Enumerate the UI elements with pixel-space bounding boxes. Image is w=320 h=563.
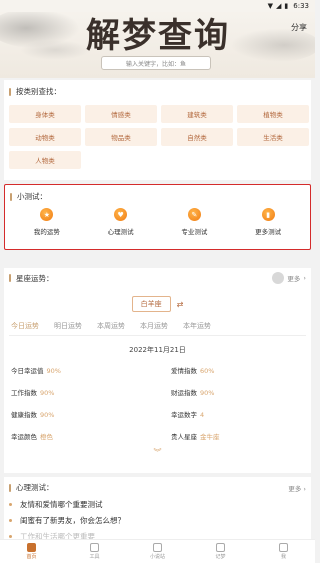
stat-item: 爱情指数 60% [171, 367, 215, 375]
category-item[interactable]: 动物类 [9, 128, 81, 146]
zodiac-sign-button[interactable]: 白羊座 [131, 296, 171, 312]
stat-item: 今日幸运值 90% [11, 367, 61, 375]
stat-item: 财运指数 90% [171, 389, 215, 397]
category-item[interactable]: 身体类 [9, 105, 81, 123]
accent-bar [9, 87, 11, 96]
accent-bar [10, 192, 12, 201]
tab-tomorrow[interactable]: 明日运势 [54, 321, 82, 331]
accent-bar [9, 483, 11, 492]
tab-home[interactable]: 首页 [0, 540, 63, 563]
chevron-right-icon: › [303, 274, 306, 282]
test-item-professional[interactable]: ✎ 专业测试 [164, 208, 224, 236]
test-label: 专业测试 [181, 228, 208, 236]
list-item[interactable]: 友情和爱情哪个重要测试 [9, 499, 306, 510]
section-title: 按类别查找： [16, 87, 61, 96]
tools-icon [90, 543, 99, 552]
signal-icon: ◢ [276, 1, 282, 10]
home-icon [27, 543, 36, 552]
heart-icon: ♥ [114, 208, 128, 221]
fortune-stats: 今日幸运值 90% 爱情指数 60% 工作指数 90% 财运指数 90% 健康指数 90%… [9, 365, 306, 441]
tab-year[interactable]: 本年运势 [183, 321, 211, 331]
psych-test-section: 心理测试： 更多 › 友情和爱情哪个重要测试 闺蜜有了新男友，你会怎么想？ 工作… [4, 477, 311, 543]
tab-dream[interactable]: 记梦 [189, 540, 252, 563]
bullet-icon [9, 535, 12, 538]
more-tests-icon: ▮ [261, 208, 275, 221]
more-link[interactable]: 更多 › [288, 483, 306, 493]
wifi-icon: ▼ [267, 1, 274, 10]
fortune-tabs: 今日运势 明日运势 本周运势 本月运势 本年运势 [9, 321, 306, 336]
section-header: 按类别查找： [9, 86, 306, 97]
category-item[interactable]: 建筑类 [161, 105, 233, 123]
section-title: 心理测试： [16, 483, 54, 492]
accent-bar [9, 274, 11, 282]
category-item[interactable]: 情感类 [85, 105, 157, 123]
section-header: 小测试： [10, 191, 305, 202]
tab-today[interactable]: 今日运势 [11, 321, 39, 331]
category-item[interactable]: 人物类 [9, 151, 81, 169]
category-item[interactable]: 生活类 [237, 128, 309, 146]
stat-item: 贵人星座 金牛座 [171, 433, 220, 441]
tests-section: 小测试： ★ 我的运势 ♥ 心理测试 ✎ 专业测试 ▮ 更多测试 [4, 184, 311, 250]
section-title: 小测试： [17, 192, 47, 201]
test-item-psychology[interactable]: ♥ 心理测试 [91, 208, 151, 236]
more-link[interactable]: 更多 › [272, 272, 306, 284]
fortune-icon: ★ [40, 208, 54, 221]
category-grid: 身体类 情感类 建筑类 植物类 动物类 物品类 自然类 生活类 人物类 [9, 105, 309, 169]
zodiac-avatar-icon [272, 272, 285, 284]
category-item[interactable]: 植物类 [237, 105, 309, 123]
category-section: 按类别查找： 身体类 情感类 建筑类 植物类 动物类 物品类 自然类 生活类 人… [4, 80, 311, 180]
swap-icon[interactable]: ⇄ [177, 300, 184, 309]
test-label: 心理测试 [107, 228, 134, 236]
test-label: 我的运势 [33, 228, 60, 236]
bottom-tab-bar: 首页 工具 小说站 记梦 我 [0, 539, 315, 563]
professional-icon: ✎ [187, 208, 201, 221]
page-title: 解梦查询 [86, 16, 230, 56]
search-input[interactable]: 输入关键字，比如：鱼 [101, 56, 211, 70]
fortune-date: 2022年11月21日 [129, 346, 186, 354]
bullet-icon [9, 503, 12, 506]
list-item[interactable]: 闺蜜有了新男友，你会怎么想？ [9, 515, 306, 526]
tab-me[interactable]: 我 [252, 540, 315, 563]
status-bar: ▼ ◢ ▮ 6:33 [0, 0, 315, 12]
section-title: 星座运势： [16, 273, 54, 283]
category-item[interactable]: 自然类 [161, 128, 233, 146]
tab-novel[interactable]: 小说站 [126, 540, 189, 563]
status-time: 6:33 [293, 2, 309, 10]
sign-selector: 白羊座 ⇄ [9, 296, 306, 312]
section-header: 心理测试： 更多 › [9, 482, 306, 493]
tab-week[interactable]: 本周运势 [97, 321, 125, 331]
tab-tools[interactable]: 工具 [63, 540, 126, 563]
question-list: 友情和爱情哪个重要测试 闺蜜有了新男友，你会怎么想？ 工作和生活哪个更重要 [9, 499, 306, 542]
tests-row: ★ 我的运势 ♥ 心理测试 ✎ 专业测试 ▮ 更多测试 [10, 208, 305, 236]
test-item-fortune[interactable]: ★ 我的运势 [17, 208, 77, 236]
category-item[interactable]: 物品类 [85, 128, 157, 146]
stat-item: 工作指数 90% [11, 389, 55, 397]
user-icon [279, 543, 288, 552]
test-label: 更多测试 [255, 228, 282, 236]
book-icon [153, 543, 162, 552]
test-item-more[interactable]: ▮ 更多测试 [238, 208, 298, 236]
horoscope-section: 星座运势： 更多 › 白羊座 ⇄ 今日运势 明日运势 本周运势 本月运势 本年运… [4, 268, 311, 473]
tab-month[interactable]: 本月运势 [140, 321, 168, 331]
ink-mountain-decoration [230, 28, 315, 62]
stat-item: 健康指数 90% [11, 411, 55, 419]
battery-icon: ▮ [284, 1, 289, 10]
expand-chevron-icon[interactable]: ︾ [9, 447, 306, 458]
section-header: 星座运势： 更多 › [9, 272, 306, 284]
stat-item: 幸运颜色 橙色 [11, 433, 53, 441]
bullet-icon [9, 519, 12, 522]
share-button[interactable]: 分享 [291, 22, 307, 33]
dream-icon [216, 543, 225, 552]
stat-item: 幸运数字 4 [171, 411, 205, 419]
